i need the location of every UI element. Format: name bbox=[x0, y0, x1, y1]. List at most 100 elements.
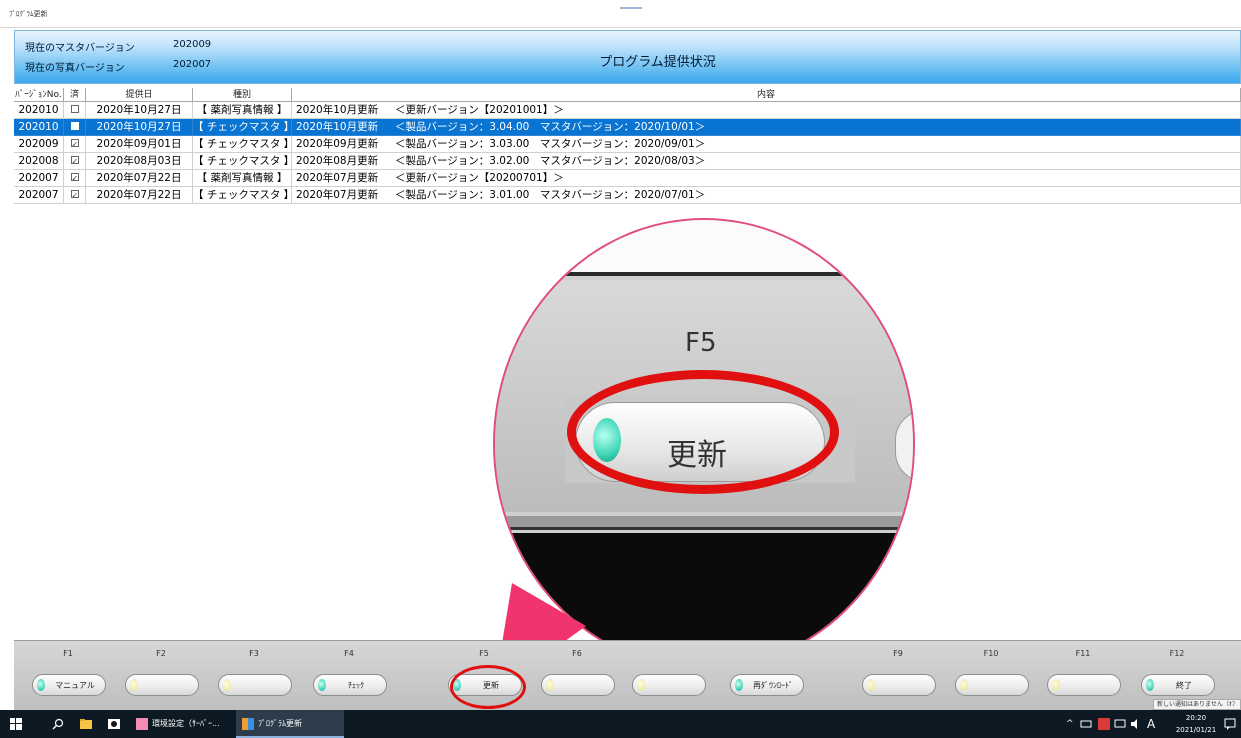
clock-time[interactable]: 20:20 bbox=[1176, 712, 1216, 724]
cell-done[interactable] bbox=[64, 119, 86, 136]
col-content[interactable]: 内容 bbox=[292, 88, 1241, 102]
fkey-number: F9 bbox=[893, 649, 903, 658]
done-checkbox[interactable] bbox=[70, 187, 79, 203]
fkey-button[interactable] bbox=[218, 674, 292, 696]
cell-update: 2020年10月更新 bbox=[292, 102, 391, 119]
cell-done[interactable] bbox=[64, 102, 86, 119]
led-icon bbox=[1146, 679, 1154, 691]
cell-update: 2020年10月更新 bbox=[292, 119, 391, 136]
zoom-callout: F5 更新 bbox=[493, 218, 915, 670]
cell-date: 2020年08月03日 bbox=[86, 153, 193, 170]
cell-content: ＜製品バージョン：3.02.00 マスタバージョン：2020/08/03＞ bbox=[391, 153, 1241, 170]
cell-update: 2020年09月更新 bbox=[292, 136, 391, 153]
master-version-value: 202009 bbox=[173, 39, 212, 50]
cell-kind: 【 チェックマスタ 】 bbox=[193, 153, 292, 170]
app-icon[interactable] bbox=[108, 710, 124, 738]
start-icon[interactable] bbox=[10, 710, 26, 738]
taskbar-app-update[interactable]: ﾌﾟﾛｸﾞﾗﾑ更新 bbox=[236, 710, 344, 738]
fkey-slot: F3 bbox=[214, 641, 294, 711]
cell-content: ＜更新バージョン【20201001】＞ bbox=[391, 102, 1241, 119]
cell-kind: 【 チェックマスタ 】 bbox=[193, 136, 292, 153]
cell-update: 2020年07月更新 bbox=[292, 187, 391, 204]
cell-kind: 【 薬剤写真情報 】 bbox=[193, 102, 292, 119]
fkey-slot: F9 bbox=[858, 641, 938, 711]
fkey-label: 終了 bbox=[1176, 681, 1192, 690]
fkey-button[interactable] bbox=[862, 674, 936, 696]
cell-content: ＜製品バージョン：3.03.00 マスタバージョン：2020/09/01＞ bbox=[391, 136, 1241, 153]
fkey-button[interactable]: 終了 bbox=[1141, 674, 1215, 696]
fkey-number: F11 bbox=[1075, 649, 1091, 658]
col-done[interactable]: 済 bbox=[64, 88, 86, 102]
fkey-number: F1 bbox=[63, 649, 73, 658]
cell-date: 2020年07月22日 bbox=[86, 170, 193, 187]
tray-display-icon[interactable] bbox=[1114, 710, 1130, 738]
clock-date[interactable]: 2021/01/21 bbox=[1174, 724, 1218, 736]
cell-done[interactable] bbox=[64, 136, 86, 153]
volume-icon[interactable] bbox=[1130, 710, 1146, 738]
cell-version: 202010 bbox=[14, 119, 64, 136]
fkey-number: F6 bbox=[572, 649, 582, 658]
table-row[interactable]: 202010 2020年10月27日【 チェックマスタ 】 2020年10月更新 ＜製… bbox=[14, 119, 1241, 136]
ime-indicator[interactable]: A bbox=[1147, 710, 1155, 738]
table-row[interactable]: 202008 2020年08月03日【 チェックマスタ 】2020年08月更新＜製… bbox=[14, 153, 1241, 170]
page-title: プログラム提供状況 bbox=[599, 55, 716, 70]
fkey-number: F4 bbox=[344, 649, 354, 658]
table-row[interactable]: 202010 2020年10月27日【 薬剤写真情報 】 2020年10月更新 ＜更新… bbox=[14, 102, 1241, 119]
done-checkbox[interactable] bbox=[70, 170, 79, 186]
done-checkbox[interactable] bbox=[70, 105, 79, 113]
taskbar-app-settings[interactable]: 環境設定（ｻｰﾊﾞｰ... bbox=[136, 710, 232, 738]
cell-version: 202010 bbox=[14, 102, 64, 119]
zoom-key-label: F5 bbox=[685, 328, 717, 358]
col-kind[interactable]: 種別 bbox=[193, 88, 292, 102]
search-icon[interactable] bbox=[52, 710, 68, 738]
table-row[interactable]: 202007 2020年07月22日【 チェックマスタ 】2020年07月更新＜製… bbox=[14, 187, 1241, 204]
col-version[interactable]: ﾊﾞｰｼﾞｮﾝNo. bbox=[14, 88, 64, 102]
fkey-button[interactable]: 再ﾀﾞｳﾝﾛｰﾄﾞ bbox=[730, 674, 804, 696]
tray-app-icon[interactable] bbox=[1098, 710, 1114, 738]
fkey-slot: F4 ﾁｪｯｸ bbox=[309, 641, 389, 711]
cell-kind: 【 チェックマスタ 】 bbox=[193, 119, 292, 136]
notification-icon[interactable] bbox=[1224, 710, 1240, 738]
tray-network-icon[interactable] bbox=[1080, 710, 1096, 738]
tray-expand-icon[interactable]: ^ bbox=[1066, 710, 1074, 738]
app-window: ﾌﾟﾛｸﾞﾗﾑ更新 現在のマスタバージョン 202009 現在の写真バージョン … bbox=[0, 0, 1241, 738]
table-header: ﾊﾞｰｼﾞｮﾝNo. 済 提供日 種別 内容 bbox=[14, 88, 1241, 102]
led-icon bbox=[546, 679, 554, 691]
cell-content: ＜製品バージョン：3.04.00 マスタバージョン：2020/10/01＞ bbox=[391, 119, 1241, 136]
cell-date: 2020年09月01日 bbox=[86, 136, 193, 153]
fkey-button[interactable] bbox=[1047, 674, 1121, 696]
fkey-label: 再ﾀﾞｳﾝﾛｰﾄﾞ bbox=[753, 681, 793, 690]
fkey-button[interactable] bbox=[955, 674, 1029, 696]
fkey-slot: F11 bbox=[1043, 641, 1123, 711]
fkey-number: F2 bbox=[156, 649, 166, 658]
zoom-divider bbox=[495, 516, 913, 530]
cell-done[interactable] bbox=[64, 170, 86, 187]
fkey-slot: 再ﾀﾞｳﾝﾛｰﾄﾞ bbox=[726, 641, 806, 711]
fkey-label: ﾁｪｯｸ bbox=[348, 681, 364, 690]
cell-done[interactable] bbox=[64, 153, 86, 170]
fkey-label: マニュアル bbox=[55, 681, 95, 690]
cell-update: 2020年07月更新 bbox=[292, 170, 391, 187]
cell-done[interactable] bbox=[64, 187, 86, 204]
fkey-button[interactable] bbox=[125, 674, 199, 696]
done-checkbox[interactable] bbox=[70, 136, 79, 152]
version-header: 現在のマスタバージョン 202009 現在の写真バージョン 202007 プログ… bbox=[14, 30, 1241, 84]
table-row[interactable]: 202009 2020年09月01日【 チェックマスタ 】2020年09月更新＜製… bbox=[14, 136, 1241, 153]
fkey-button[interactable]: マニュアル bbox=[32, 674, 106, 696]
col-date[interactable]: 提供日 bbox=[86, 88, 193, 102]
fkey-slot bbox=[628, 641, 708, 711]
done-checkbox[interactable] bbox=[70, 153, 79, 169]
fkey-number: F10 bbox=[983, 649, 999, 658]
fkey-number: F5 bbox=[479, 649, 489, 658]
title-bar[interactable]: ﾌﾟﾛｸﾞﾗﾑ更新 bbox=[0, 0, 1241, 28]
fkey-button[interactable] bbox=[632, 674, 706, 696]
fkey-button[interactable]: ﾁｪｯｸ bbox=[313, 674, 387, 696]
table-row[interactable]: 202007 2020年07月22日【 薬剤写真情報 】2020年07月更新＜更新… bbox=[14, 170, 1241, 187]
function-key-bar: F1 マニュアル F2 F3 F4 ﾁｪｯｸ F5 更新 F6 再ﾀﾞｳﾝﾛｰﾄﾞ F9 F10 F11… bbox=[14, 640, 1241, 710]
cell-date: 2020年07月22日 bbox=[86, 187, 193, 204]
file-explorer-icon[interactable] bbox=[80, 710, 96, 738]
done-checkbox[interactable] bbox=[70, 122, 79, 130]
cell-version: 202008 bbox=[14, 153, 64, 170]
fkey-slot: F1 マニュアル bbox=[28, 641, 108, 711]
fkey-button[interactable] bbox=[541, 674, 615, 696]
